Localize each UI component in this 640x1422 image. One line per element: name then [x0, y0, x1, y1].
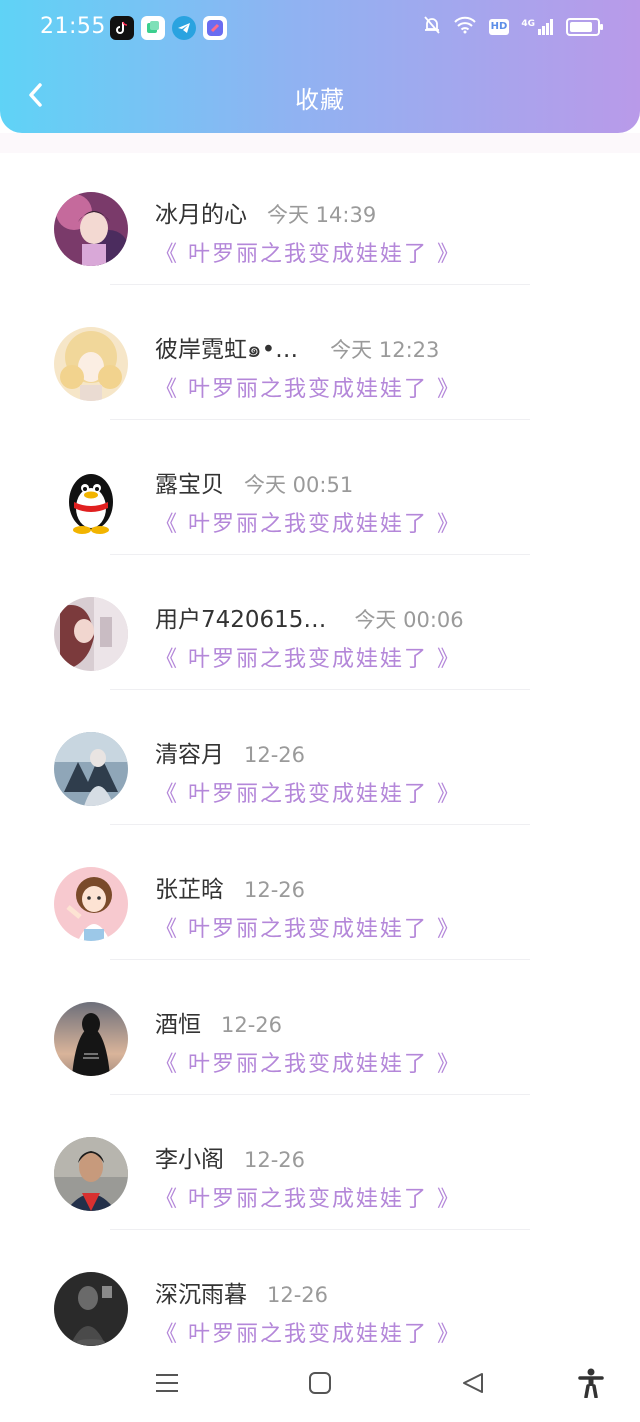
user-name-text: 酒恒 [155, 1012, 201, 1038]
favorites-screen: 21:55 HD 4G 收藏 冰月的心 今天 14:39 《 叶罗丽之我变成娃娃… [0, 0, 640, 1422]
user-name-text: 李小阁 [155, 1147, 224, 1173]
user-name-text: 清容月 [155, 742, 224, 768]
user-name-text: 露宝贝 [155, 472, 224, 498]
avatar[interactable] [54, 1272, 128, 1346]
book-title[interactable]: 《 叶罗丽之我变成娃娃了 》 [155, 506, 461, 538]
menu-button[interactable] [152, 1368, 182, 1398]
telegram-icon [172, 16, 196, 40]
user-name-text: 深沉雨暮 [155, 1282, 247, 1308]
system-icons: HD 4G [423, 15, 603, 39]
user-name: 张芷晗 12-26 [155, 870, 305, 904]
book-title[interactable]: 《 叶罗丽之我变成娃娃了 》 [155, 641, 461, 673]
favorite-time: 12-26 [267, 1283, 329, 1307]
user-name: 用户7420615… 今天 00:06 [155, 600, 464, 634]
book-title[interactable]: 《 叶罗丽之我变成娃娃了 》 [155, 911, 461, 943]
avatar[interactable] [54, 1137, 128, 1211]
favorite-time: 12-26 [244, 878, 306, 902]
status-bar: 21:55 HD 4G [0, 0, 640, 56]
list-item[interactable]: 酒恒 12-26 《 叶罗丽之我变成娃娃了 》 [0, 960, 640, 1095]
tiktok-icon [110, 16, 134, 40]
status-time: 21:55 [40, 14, 106, 39]
list-item[interactable]: 彼岸霓虹๑•… 今天 12:23 《 叶罗丽之我变成娃娃了 》 [0, 285, 640, 420]
favorite-time: 今天 14:39 [267, 203, 377, 227]
book-title[interactable]: 《 叶罗丽之我变成娃娃了 》 [155, 236, 461, 268]
signal-icon: 4G [521, 19, 554, 35]
list-item[interactable]: 冰月的心 今天 14:39 《 叶罗丽之我变成娃娃了 》 [0, 150, 640, 285]
book-title[interactable]: 《 叶罗丽之我变成娃娃了 》 [155, 776, 461, 808]
home-square-icon [309, 1372, 331, 1394]
user-name: 李小阁 12-26 [155, 1140, 305, 1174]
user-name: 冰月的心 今天 14:39 [155, 195, 376, 229]
notification-icons [110, 16, 227, 40]
accessibility-button[interactable] [576, 1368, 606, 1398]
list-item[interactable]: 深沉雨暮 12-26 《 叶罗丽之我变成娃娃了 》 [0, 1230, 640, 1365]
favorite-time: 今天 12:23 [330, 338, 440, 362]
avatar[interactable] [54, 597, 128, 671]
mute-bell-icon [423, 15, 441, 39]
book-title[interactable]: 《 叶罗丽之我变成娃娃了 》 [155, 1181, 461, 1213]
battery-level [570, 22, 592, 32]
book-title[interactable]: 《 叶罗丽之我变成娃娃了 》 [155, 371, 461, 403]
user-name-text: 用户7420615… [155, 607, 327, 633]
penguin-icon [54, 462, 128, 536]
list-item[interactable]: 用户7420615… 今天 00:06 《 叶罗丽之我变成娃娃了 》 [0, 555, 640, 690]
avatar[interactable] [54, 192, 128, 266]
user-name: 深沉雨暮 12-26 [155, 1275, 328, 1309]
list-item[interactable]: 露宝贝 今天 00:51 《 叶罗丽之我变成娃娃了 》 [0, 420, 640, 555]
back-nav-button[interactable] [458, 1368, 488, 1398]
app-notification-icon [203, 16, 227, 40]
list-item[interactable]: 张芷晗 12-26 《 叶罗丽之我变成娃娃了 》 [0, 825, 640, 960]
favorite-time: 今天 00:51 [244, 473, 354, 497]
book-title[interactable]: 《 叶罗丽之我变成娃娃了 》 [155, 1046, 461, 1078]
favorite-time: 12-26 [221, 1013, 283, 1037]
user-name-text: 张芷晗 [155, 877, 224, 903]
avatar[interactable] [54, 867, 128, 941]
system-navigation-bar [0, 1356, 640, 1422]
book-title[interactable]: 《 叶罗丽之我变成娃娃了 》 [155, 1316, 461, 1348]
favorite-time: 12-26 [244, 1148, 306, 1172]
avatar[interactable] [54, 1002, 128, 1076]
user-name-text: 彼岸霓虹๑•… [155, 337, 299, 363]
favorites-list: 冰月的心 今天 14:39 《 叶罗丽之我变成娃娃了 》 彼岸霓虹๑•… 今天 12… [0, 150, 640, 1365]
app-notification-icon [141, 16, 165, 40]
wifi-icon [453, 16, 477, 38]
avatar[interactable] [54, 462, 128, 536]
network-type-label: 4G [521, 19, 535, 29]
page-title: 收藏 [295, 86, 345, 114]
accessibility-icon [578, 1368, 604, 1398]
favorite-time: 今天 00:06 [354, 608, 464, 632]
battery-icon [566, 18, 603, 36]
favorite-time: 12-26 [244, 743, 306, 767]
avatar[interactable] [54, 327, 128, 401]
home-button[interactable] [305, 1368, 335, 1398]
list-item[interactable]: 李小阁 12-26 《 叶罗丽之我变成娃娃了 》 [0, 1095, 640, 1230]
user-name: 露宝贝 今天 00:51 [155, 465, 353, 499]
header: 21:55 HD 4G 收藏 [0, 0, 640, 133]
user-name-text: 冰月的心 [155, 202, 247, 228]
user-name: 彼岸霓虹๑•… 今天 12:23 [155, 330, 439, 368]
avatar[interactable] [54, 732, 128, 806]
list-item[interactable]: 清容月 12-26 《 叶罗丽之我变成娃娃了 》 [0, 690, 640, 825]
user-name: 酒恒 12-26 [155, 1005, 282, 1039]
back-triangle-icon [463, 1373, 483, 1393]
user-name: 清容月 12-26 [155, 735, 305, 769]
hd-badge: HD [488, 19, 510, 35]
menu-icon [156, 1374, 178, 1392]
